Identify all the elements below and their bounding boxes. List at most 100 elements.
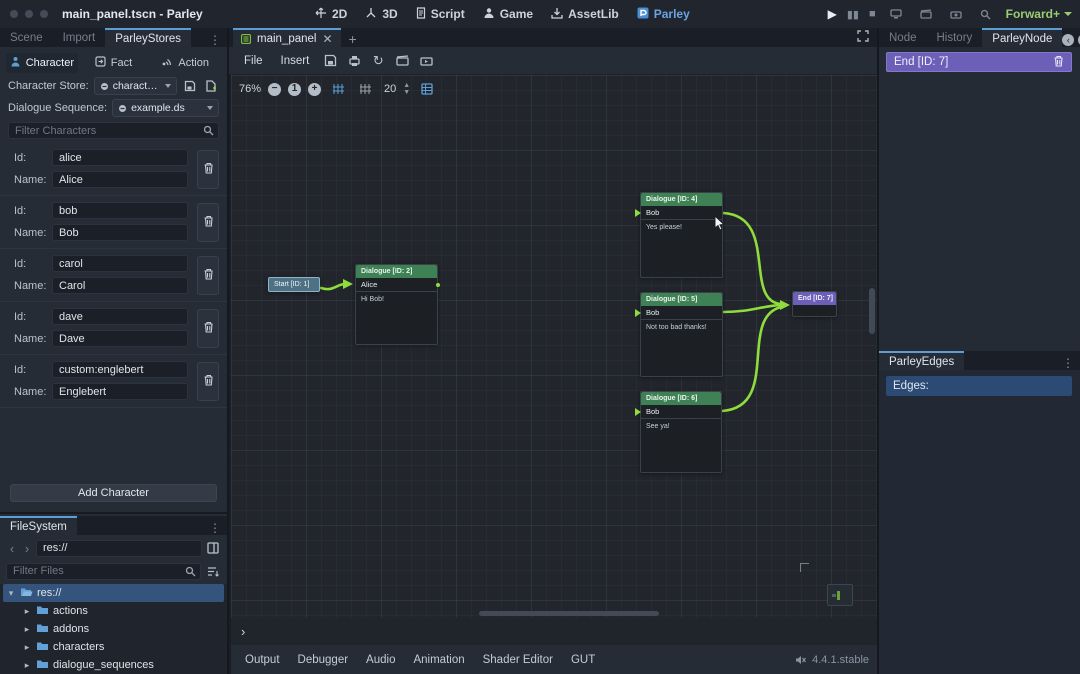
caret-down-icon[interactable]: ▾ — [6, 588, 16, 599]
stop-button[interactable]: ■ — [869, 8, 876, 20]
filter-characters-input[interactable] — [9, 125, 200, 137]
graph-hscrollbar[interactable] — [479, 611, 659, 616]
bottom-panel-expander[interactable]: › — [231, 618, 877, 645]
zoom-reset-button[interactable]: 1 — [288, 83, 301, 96]
caret-right-icon[interactable]: ▸ — [22, 606, 32, 617]
character-id-field[interactable] — [52, 149, 188, 166]
store-tab-character[interactable]: Character — [6, 53, 78, 73]
play-button[interactable]: ▶ — [828, 7, 837, 21]
save-icon[interactable] — [320, 52, 340, 70]
delete-character-button[interactable] — [197, 150, 219, 189]
window-controls[interactable] — [10, 10, 48, 18]
delete-character-button[interactable] — [197, 362, 219, 401]
nav-back-icon[interactable]: ‹ — [6, 541, 18, 556]
menu-file[interactable]: File — [237, 52, 270, 70]
run-test-icon[interactable] — [392, 52, 412, 70]
new-store-icon[interactable] — [203, 78, 219, 94]
save-store-icon[interactable] — [182, 78, 198, 94]
input-port-icon[interactable] — [635, 209, 641, 217]
tab-history[interactable]: History — [927, 28, 983, 47]
delete-node-icon[interactable] — [1053, 55, 1064, 70]
dialogue-sequence-dropdown[interactable]: example.ds — [112, 99, 219, 117]
panel-menu-icon[interactable]: ⋮ — [1056, 356, 1080, 370]
window-zoom-icon[interactable] — [40, 10, 48, 18]
renderer-dropdown[interactable]: Forward+ — [1006, 7, 1072, 21]
tab-parleynode[interactable]: ParleyNode — [982, 28, 1062, 47]
split-mode-icon[interactable] — [205, 540, 221, 556]
bottom-tab-shader-editor[interactable]: Shader Editor — [475, 650, 561, 670]
minimap-toggle-icon[interactable] — [417, 80, 437, 98]
run-test-from-node-icon[interactable] — [416, 52, 436, 70]
bottom-tab-animation[interactable]: Animation — [405, 650, 472, 670]
tab-parleystores[interactable]: ParleyStores — [105, 28, 191, 47]
store-tab-fact[interactable]: Fact — [78, 53, 150, 73]
screen-2d[interactable]: 2D — [315, 7, 347, 22]
character-name-field[interactable] — [52, 330, 188, 347]
nav-forward-icon[interactable]: › — [21, 541, 33, 556]
edges-section-header[interactable]: Edges: — [886, 376, 1072, 396]
tab-import[interactable]: Import — [53, 28, 106, 47]
selected-node-header[interactable]: End [ID: 7] — [886, 52, 1072, 72]
dialogue-graph-canvas[interactable]: 76% − 1 + 20 ▲▼ Start [ID: 1]Dialogue [I… — [231, 75, 877, 618]
dialogue-node-2[interactable]: Dialogue [ID: 2]AliceHi Bob! — [355, 264, 438, 345]
tab-node[interactable]: Node — [879, 28, 927, 47]
tree-item-actions[interactable]: ▸actions — [0, 602, 227, 620]
print-icon[interactable] — [344, 52, 364, 70]
panel-menu-icon[interactable]: ⋮ — [203, 33, 227, 47]
input-port-icon[interactable] — [635, 408, 641, 416]
edge-4-to-7[interactable] — [723, 213, 781, 304]
character-name-field[interactable] — [52, 171, 188, 188]
zoom-in-button[interactable]: + — [308, 83, 321, 96]
movie-maker-icon[interactable] — [916, 5, 936, 23]
delete-character-button[interactable] — [197, 203, 219, 242]
output-port-icon[interactable] — [436, 283, 440, 287]
caret-right-icon[interactable]: ▸ — [22, 642, 32, 653]
history-back-icon[interactable]: ‹ — [1062, 34, 1074, 46]
screen-assetlib[interactable]: AssetLib — [551, 7, 619, 22]
character-name-field[interactable] — [52, 224, 188, 241]
tree-item-res[interactable]: ▾res:// — [3, 584, 224, 602]
snap-distance-value[interactable]: 20 — [384, 83, 396, 95]
pause-button[interactable]: ▮▮ — [847, 8, 859, 21]
edge-5-to-7[interactable] — [723, 305, 781, 312]
menu-insert[interactable]: Insert — [274, 52, 317, 70]
window-minimize-icon[interactable] — [25, 10, 33, 18]
remote-debug-icon[interactable] — [886, 5, 906, 23]
character-id-field[interactable] — [52, 202, 188, 219]
bottom-tab-debugger[interactable]: Debugger — [290, 650, 357, 670]
panel-menu-icon[interactable]: ⋮ — [203, 521, 227, 535]
screen-parley[interactable]: Parley — [637, 7, 690, 22]
screen-script[interactable]: Script — [416, 7, 465, 22]
new-tab-icon[interactable]: + — [349, 31, 357, 47]
movie-writer-icon[interactable] — [946, 5, 966, 23]
tab-scene[interactable]: Scene — [0, 28, 53, 47]
delete-character-button[interactable] — [197, 309, 219, 348]
filter-files-input[interactable] — [7, 565, 182, 577]
character-store-dropdown[interactable]: character_st — [94, 77, 177, 95]
bottom-tab-audio[interactable]: Audio — [358, 650, 403, 670]
close-tab-icon[interactable]: ✕ — [322, 32, 332, 46]
tree-item-dialogue_sequences[interactable]: ▸dialogue_sequences — [0, 656, 227, 674]
grid-toggle-icon[interactable] — [355, 80, 375, 98]
edge-1-to-2[interactable] — [321, 284, 345, 289]
add-character-button[interactable]: Add Character — [10, 484, 217, 502]
snap-toggle-icon[interactable] — [328, 80, 348, 98]
edge-6-to-7[interactable] — [722, 307, 781, 411]
character-name-field[interactable] — [52, 383, 188, 400]
character-id-field[interactable] — [52, 308, 188, 325]
screen-3d[interactable]: 3D — [365, 7, 397, 22]
input-port-icon[interactable] — [635, 309, 641, 317]
bottom-tab-gut[interactable]: GUT — [563, 650, 603, 670]
tab-main-panel[interactable]: main_panel ✕ — [233, 28, 341, 47]
dialogue-node-5[interactable]: Dialogue [ID: 5]BobNot too bad thanks! — [640, 292, 723, 377]
zoom-out-button[interactable]: − — [268, 83, 281, 96]
dialogue-node-4[interactable]: Dialogue [ID: 4]BobYes please! — [640, 192, 723, 278]
caret-right-icon[interactable]: ▸ — [22, 660, 32, 671]
graph-vscrollbar[interactable] — [869, 288, 875, 334]
tree-item-addons[interactable]: ▸addons — [0, 620, 227, 638]
delete-character-button[interactable] — [197, 256, 219, 295]
graph-minimap[interactable] — [827, 584, 853, 606]
tree-item-characters[interactable]: ▸characters — [0, 638, 227, 656]
refresh-icon[interactable]: ↻ — [368, 52, 388, 70]
screen-game[interactable]: Game — [483, 7, 533, 22]
